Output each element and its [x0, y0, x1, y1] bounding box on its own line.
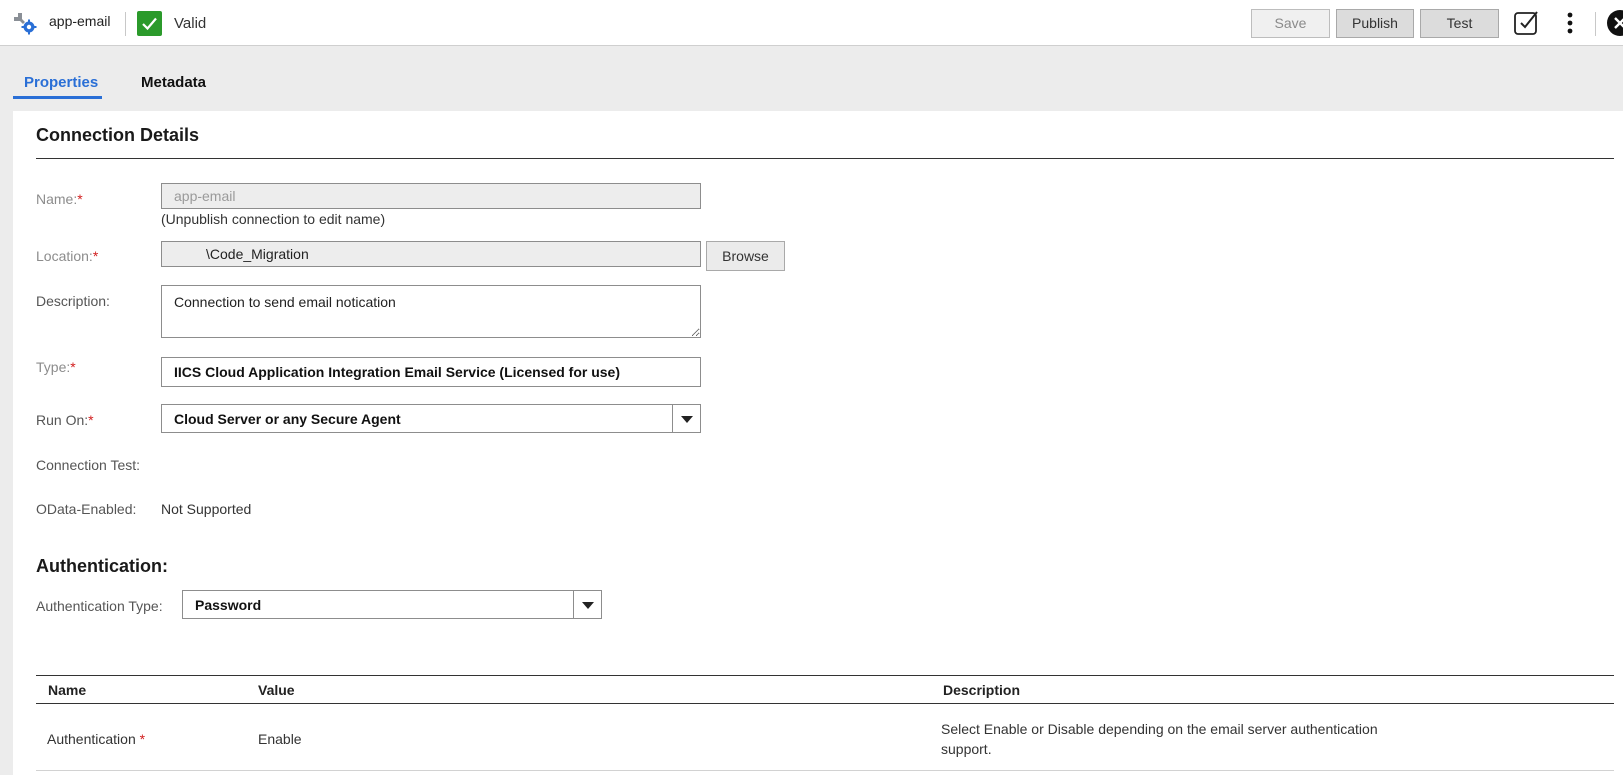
location-label: Location:* [36, 248, 99, 264]
column-header-name: Name [48, 682, 87, 698]
connection-test-label: Connection Test: [36, 457, 141, 473]
type-label: Type:* [36, 359, 76, 375]
save-button[interactable]: Save [1251, 9, 1330, 38]
odata-label: OData-Enabled: [36, 501, 137, 517]
run-on-label: Run On:* [36, 412, 94, 428]
name-hint: (Unpublish connection to edit name) [161, 211, 386, 227]
divider [1595, 12, 1596, 36]
table-border [36, 675, 1614, 676]
section-title: Connection Details [36, 125, 200, 145]
status-label: Valid [174, 15, 207, 32]
table-row-description-line1: Select Enable or Disable depending on th… [941, 721, 1378, 737]
asset-name: app-email [49, 13, 111, 29]
run-on-select[interactable]: Cloud Server or any Secure Agent [161, 404, 701, 433]
tab-metadata[interactable]: Metadata [141, 74, 206, 91]
active-tab-indicator [13, 96, 102, 99]
location-field: \Code_Migration [161, 241, 701, 267]
table-row-description-line2: support. [941, 741, 992, 757]
name-field: app-email [161, 183, 701, 209]
valid-status-icon [137, 11, 162, 36]
close-icon[interactable] [1607, 10, 1623, 36]
authentication-type-value: Password [195, 597, 262, 613]
type-field: IICS Cloud Application Integration Email… [161, 357, 701, 387]
authentication-type-label: Authentication Type: [36, 598, 163, 614]
description-label: Description: [36, 293, 110, 309]
chevron-down-icon[interactable] [672, 405, 700, 432]
check-in-icon[interactable] [1513, 10, 1539, 36]
test-button[interactable]: Test [1420, 9, 1499, 38]
column-header-value: Value [258, 682, 295, 698]
authentication-type-select[interactable]: Password [182, 590, 602, 619]
connection-gear-icon [12, 10, 38, 36]
tab-properties[interactable]: Properties [24, 74, 98, 91]
description-field[interactable] [161, 285, 701, 338]
odata-value: Not Supported [161, 501, 252, 517]
browse-button[interactable]: Browse [706, 241, 785, 271]
top-toolbar: app-email Valid Save Publish Test [0, 0, 1623, 46]
table-row-value[interactable]: Enable [258, 731, 302, 747]
table-row-divider [36, 770, 1614, 771]
divider [36, 158, 1614, 159]
more-options-icon[interactable] [1565, 11, 1575, 35]
run-on-value: Cloud Server or any Secure Agent [174, 411, 401, 427]
column-header-description: Description [943, 682, 1021, 698]
chevron-down-icon[interactable] [573, 591, 601, 618]
name-label: Name:* [36, 191, 83, 207]
publish-button[interactable]: Publish [1336, 9, 1414, 38]
table-row-name: Authentication * [47, 731, 146, 747]
table-border [36, 703, 1614, 704]
divider [125, 12, 126, 36]
authentication-title: Authentication: [36, 556, 168, 576]
